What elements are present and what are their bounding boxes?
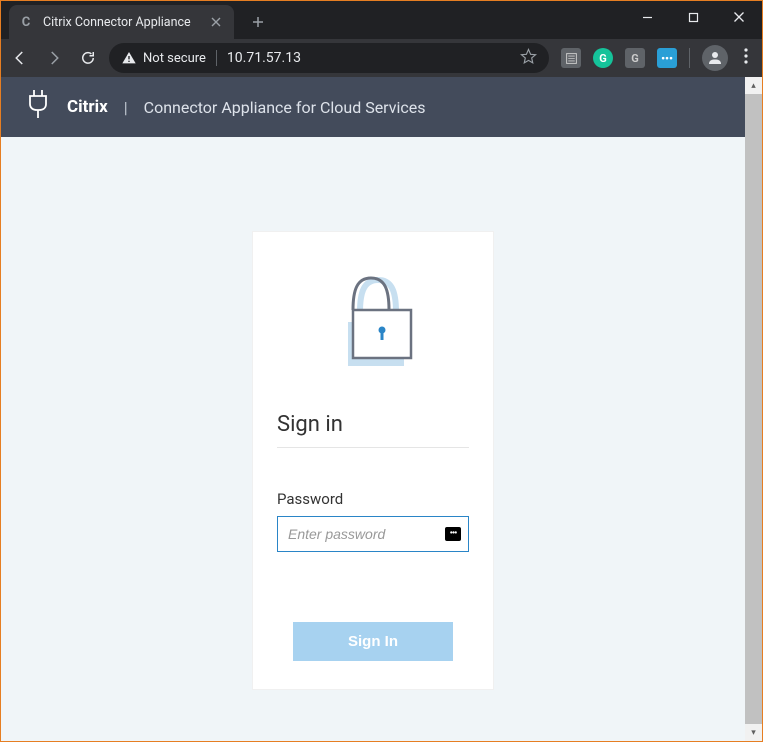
new-tab-button[interactable] — [244, 8, 272, 36]
url-text: 10.71.57.13 — [227, 50, 301, 66]
minimize-button[interactable] — [624, 1, 670, 33]
signin-button[interactable]: Sign In — [293, 622, 453, 661]
plug-icon — [25, 88, 51, 126]
scroll-down-arrow[interactable]: ▾ — [745, 724, 762, 741]
close-tab-icon[interactable] — [208, 14, 224, 30]
security-indicator[interactable]: Not secure — [121, 50, 206, 66]
browser-toolbar: Not secure 10.71.57.13 G G ••• — [1, 39, 762, 77]
security-label: Not secure — [143, 51, 206, 66]
signin-heading: Sign in — [277, 412, 469, 437]
window-controls — [624, 1, 762, 33]
page-header: Citrix | Connector Appliance for Cloud S… — [1, 77, 745, 137]
reload-button[interactable] — [79, 49, 97, 67]
extension-icons: G G ••• — [561, 45, 752, 71]
password-manager-icon[interactable]: ••• — [445, 527, 461, 541]
warning-icon — [121, 50, 137, 66]
lock-illustration — [277, 262, 469, 372]
profile-avatar[interactable] — [702, 45, 728, 71]
nav-buttons — [11, 49, 97, 67]
password-input[interactable] — [277, 516, 469, 552]
back-button[interactable] — [11, 49, 29, 67]
toolbar-separator — [689, 48, 690, 68]
vertical-scrollbar[interactable]: ▴ ▾ — [745, 77, 762, 741]
extension-reader-icon[interactable] — [561, 48, 581, 68]
brand-separator: | — [124, 98, 128, 117]
scrollbar-thumb[interactable] — [745, 94, 762, 724]
browser-menu-button[interactable] — [740, 48, 752, 68]
page: Citrix | Connector Appliance for Cloud S… — [1, 77, 745, 741]
extension-lastpass-icon[interactable]: ••• — [657, 48, 677, 68]
address-bar[interactable]: Not secure 10.71.57.13 — [109, 43, 549, 73]
close-window-button[interactable] — [716, 1, 762, 33]
extension-google-icon[interactable]: G — [625, 48, 645, 68]
browser-chrome: C Citrix Connector Appliance — [1, 1, 762, 77]
password-field-wrap: ••• — [277, 516, 469, 552]
brand-name: Citrix — [67, 97, 108, 117]
password-label: Password — [277, 490, 469, 508]
login-card: Sign in Password ••• Sign In — [253, 232, 493, 689]
forward-button[interactable] — [45, 49, 63, 67]
omnibox-separator — [216, 50, 217, 66]
favicon-citrix: C — [17, 13, 35, 31]
tab-title: Citrix Connector Appliance — [43, 15, 200, 30]
extension-grammarly-icon[interactable]: G — [593, 48, 613, 68]
divider — [277, 447, 469, 448]
bookmark-star-icon[interactable] — [520, 48, 537, 69]
header-subtitle: Connector Appliance for Cloud Services — [144, 98, 426, 117]
titlebar: C Citrix Connector Appliance — [1, 1, 762, 39]
scroll-up-arrow[interactable]: ▴ — [745, 77, 762, 94]
browser-tab[interactable]: C Citrix Connector Appliance — [9, 5, 234, 39]
content-area: Citrix | Connector Appliance for Cloud S… — [1, 77, 762, 741]
maximize-button[interactable] — [670, 1, 716, 33]
